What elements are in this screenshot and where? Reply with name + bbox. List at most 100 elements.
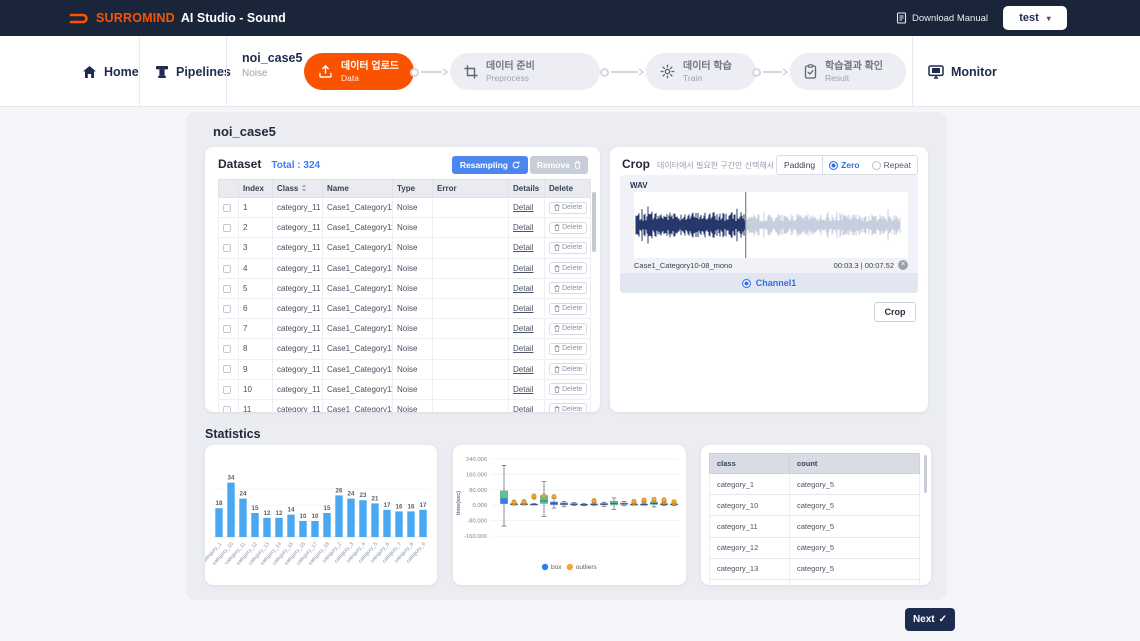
delete-row-button[interactable]: Delete (549, 282, 587, 294)
stats-column-class: class (710, 454, 790, 474)
row-checkbox[interactable] (223, 285, 231, 293)
row-checkbox[interactable] (223, 386, 231, 394)
page-title: noi_case5 (213, 124, 276, 139)
sort-icon[interactable] (301, 184, 307, 192)
nav-divider (912, 36, 913, 107)
delete-row-button[interactable]: Delete (549, 383, 587, 395)
table-row: 11category_11Case1_Category11-06NoiseDet… (219, 399, 591, 412)
row-checkbox[interactable] (223, 365, 231, 373)
trash-icon (554, 305, 560, 312)
cell-error (433, 379, 509, 399)
delete-row-button[interactable]: Delete (549, 363, 587, 375)
manual-file-icon (896, 12, 907, 24)
delete-row-button[interactable]: Delete (549, 403, 587, 412)
svg-text:14: 14 (288, 507, 295, 514)
playhead-cursor[interactable] (745, 192, 746, 258)
delete-row-button[interactable]: Delete (549, 262, 587, 274)
detail-link[interactable]: Detail (513, 203, 533, 212)
brand: SURROMIND AI Studio - Sound (68, 0, 286, 36)
stats-row: category_14category_5 (710, 579, 920, 585)
crop-panel: Crop 데이터에서 필요한 구간만 선택해서 사용할 수 있습니다. Padd… (610, 147, 928, 412)
remove-button[interactable]: Remove (530, 156, 588, 174)
crop-button[interactable]: Crop (874, 302, 916, 322)
cell-type: Noise (393, 339, 433, 359)
topbar: SURROMIND AI Studio - Sound Download Man… (0, 0, 1140, 36)
step-subtitle: Data (341, 73, 399, 83)
row-checkbox[interactable] (223, 345, 231, 353)
table-row: 1category_11Case1_Category11-06NoiseDeta… (219, 198, 591, 218)
trash-icon (554, 325, 560, 332)
stats-table-scrollbar[interactable] (924, 455, 927, 493)
row-checkbox[interactable] (223, 265, 231, 273)
step-result[interactable]: 학습결과 확인 Result (790, 53, 906, 90)
next-button[interactable]: Next ✓ (905, 608, 955, 631)
close-icon[interactable]: × (898, 260, 908, 270)
step-train[interactable]: 데이터 학습 Train (646, 53, 756, 90)
row-checkbox[interactable] (223, 224, 231, 232)
column-header-index: Index (239, 180, 273, 198)
bar-category_7 (395, 511, 402, 537)
svg-text:240.000: 240.000 (466, 457, 487, 463)
step-preprocess[interactable]: 데이터 준비 Preprocess (450, 53, 600, 90)
detail-link[interactable]: Detail (513, 223, 533, 232)
step-data-upload[interactable]: 데이터 업로드 Data (304, 53, 414, 90)
crop-icon (464, 65, 478, 79)
row-checkbox[interactable] (223, 305, 231, 313)
waveform-remaining (746, 209, 900, 240)
cell-type: Noise (393, 278, 433, 298)
svg-text:0.000: 0.000 (472, 503, 487, 509)
detail-link[interactable]: Detail (513, 243, 533, 252)
row-checkbox[interactable] (223, 244, 231, 252)
channel-selector[interactable]: Channel1 (620, 273, 918, 293)
resampling-button[interactable]: Resampling (452, 156, 528, 174)
cell-error (433, 238, 509, 258)
step-subtitle: Preprocess (486, 73, 535, 83)
delete-row-button[interactable]: Delete (549, 242, 587, 254)
brand-name: SURROMIND (96, 11, 175, 25)
cell-error (433, 278, 509, 298)
file-name: Case1_Category10-08_mono (634, 261, 732, 270)
bar-category_6 (383, 510, 390, 537)
row-checkbox[interactable] (223, 204, 231, 212)
cell-index: 1 (239, 198, 273, 218)
detail-link[interactable]: Detail (513, 385, 533, 394)
delete-row-button[interactable]: Delete (549, 202, 587, 214)
nav-home[interactable]: Home (82, 36, 139, 107)
detail-link[interactable]: Detail (513, 405, 533, 412)
nav-pipelines[interactable]: Pipelines (155, 36, 231, 107)
download-manual-button[interactable]: Download Manual (896, 0, 988, 36)
padding-option-zero[interactable]: Zero (823, 160, 865, 170)
bar-category_18 (323, 513, 330, 537)
dataset-scrollbar[interactable] (592, 192, 596, 252)
bar-category_2 (335, 495, 342, 537)
delete-row-button[interactable]: Delete (549, 323, 587, 335)
outlier (532, 494, 536, 498)
svg-text:10: 10 (312, 513, 319, 520)
dataset-label: Dataset (218, 157, 261, 171)
nav-monitor[interactable]: Monitor (928, 36, 997, 107)
detail-link[interactable]: Detail (513, 304, 533, 313)
delete-row-button[interactable]: Delete (549, 303, 587, 315)
padding-option-repeat[interactable]: Repeat (866, 160, 917, 170)
cell-class: category_11 (273, 218, 323, 238)
detail-link[interactable]: Detail (513, 324, 533, 333)
detail-link[interactable]: Detail (513, 365, 533, 374)
cell-index: 9 (239, 359, 273, 379)
account-dropdown[interactable]: test ▾ (1003, 6, 1067, 30)
cell-class: category_11 (273, 399, 323, 412)
cell-type: Noise (393, 399, 433, 412)
row-checkbox[interactable] (223, 406, 231, 412)
delete-row-button[interactable]: Delete (549, 343, 587, 355)
row-checkbox[interactable] (223, 325, 231, 333)
step-title: 데이터 준비 (486, 61, 535, 72)
detail-link[interactable]: Detail (513, 264, 533, 273)
cell-class: category_11 (273, 379, 323, 399)
detail-link[interactable]: Detail (513, 344, 533, 353)
waveform[interactable] (634, 192, 908, 258)
delete-row-button[interactable]: Delete (549, 222, 587, 234)
stats-column-count: count (790, 454, 920, 474)
column-header-class[interactable]: Class (273, 180, 323, 198)
nav-home-label: Home (104, 65, 139, 79)
step-title: 데이터 업로드 (341, 61, 399, 72)
detail-link[interactable]: Detail (513, 284, 533, 293)
